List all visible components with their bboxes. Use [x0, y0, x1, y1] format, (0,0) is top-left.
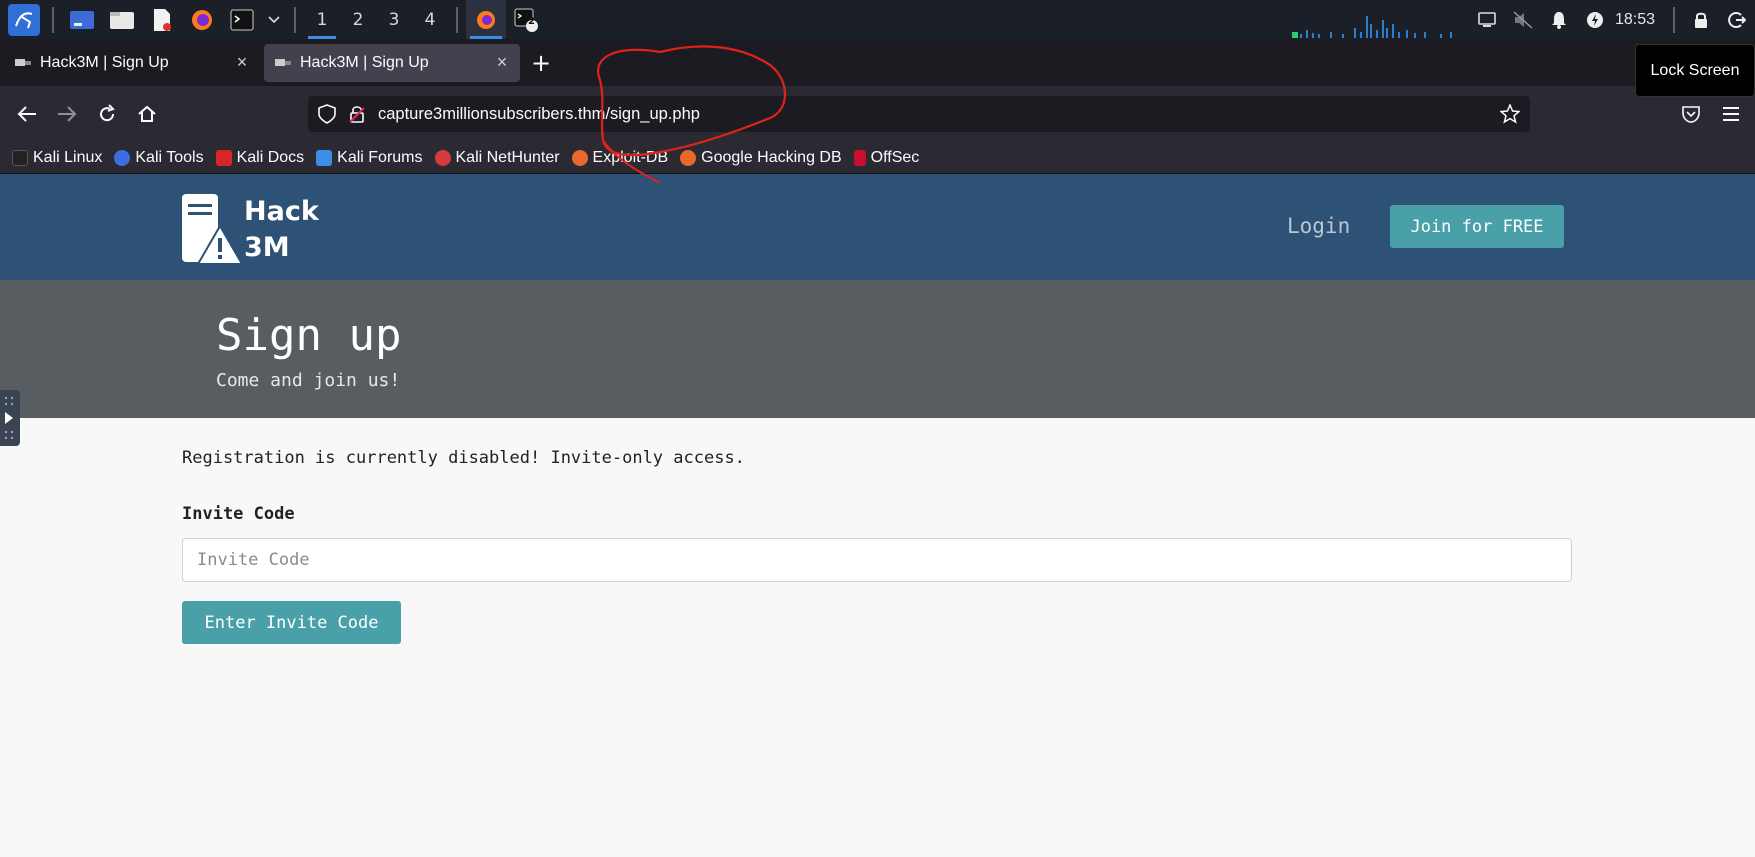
terminal-window-button[interactable]: 2	[506, 0, 546, 39]
logo-text-3m: 3M	[244, 232, 290, 263]
notifications-bell-icon[interactable]	[1541, 0, 1577, 39]
hamburger-menu-icon[interactable]	[1711, 94, 1751, 134]
taskbar-separator	[294, 6, 296, 33]
invite-code-label: Invite Code	[182, 504, 295, 524]
taskbar-clock: 18:53	[1614, 10, 1655, 28]
web-page: Hack 3M Login Join for FREE Sign up Come…	[0, 174, 1755, 857]
bookmark-kali-docs[interactable]: Kali Docs	[215, 149, 304, 167]
browser-tab-active[interactable]: Hack3M | Sign Up ×	[264, 43, 520, 82]
logout-icon[interactable]	[1719, 0, 1755, 39]
workspace-1[interactable]: 1	[304, 0, 340, 39]
taskbar-separator	[52, 6, 54, 33]
pocket-icon[interactable]	[1671, 94, 1711, 134]
login-link[interactable]: Login	[1287, 214, 1350, 238]
site-favicon-icon	[15, 58, 31, 66]
taskbar-separator	[1673, 6, 1675, 33]
back-arrow-icon[interactable]	[7, 94, 47, 134]
bookmark-kali-forums[interactable]: Kali Forums	[316, 149, 423, 167]
registration-notice: Registration is currently disabled! Invi…	[182, 448, 745, 468]
site-favicon-icon	[275, 58, 291, 66]
os-taskbar: 1 2 3 4 2 18:53	[0, 0, 1755, 39]
lock-screen-icon[interactable]	[1683, 0, 1719, 39]
nethunter-icon	[434, 149, 451, 166]
browser-tab[interactable]: Hack3M | Sign Up ×	[4, 44, 260, 82]
url-text[interactable]: capture3millionsubscribers.thm/sign_up.p…	[378, 105, 1500, 124]
browser-tab-strip: Hack3M | Sign Up × Hack3M | Sign Up × +	[0, 39, 1755, 86]
file-manager-icon[interactable]	[106, 4, 138, 36]
page-title: Sign up	[216, 310, 402, 361]
taskbar-separator	[456, 6, 458, 33]
page-subtitle: Come and join us!	[216, 370, 401, 391]
tab-close-icon[interactable]: ×	[494, 52, 510, 73]
offsec-icon	[853, 149, 866, 166]
bookmark-kali-nethunter[interactable]: Kali NetHunter	[434, 149, 560, 167]
firefox-launcher-icon[interactable]	[186, 4, 218, 36]
forward-arrow-icon[interactable]	[47, 94, 87, 134]
join-free-button[interactable]: Join for FREE	[1390, 205, 1564, 248]
text-editor-icon[interactable]	[146, 4, 178, 36]
site-logo[interactable]: Hack 3M	[182, 192, 332, 266]
bookmark-offsec[interactable]: OffSec	[853, 149, 919, 167]
network-activity-graph	[1292, 16, 1452, 38]
tracking-shield-icon[interactable]	[318, 104, 336, 124]
tab-title: Hack3M | Sign Up	[300, 53, 429, 71]
ghdb-icon	[680, 149, 697, 166]
workspace-3[interactable]: 3	[376, 0, 412, 39]
volume-muted-icon[interactable]	[1505, 0, 1541, 39]
kali-dragon-icon	[12, 149, 28, 166]
display-icon[interactable]	[1469, 0, 1505, 39]
insecure-lock-icon[interactable]	[348, 104, 366, 124]
side-panel-handle[interactable]	[0, 390, 20, 446]
bookmark-google-hacking-db[interactable]: Google Hacking DB	[680, 149, 842, 167]
kali-docs-icon	[215, 149, 232, 166]
page-hero: Sign up Come and join us!	[0, 280, 1755, 418]
exploit-db-icon	[571, 149, 588, 166]
logo-text-hack: Hack	[244, 196, 319, 227]
reload-icon[interactable]	[87, 94, 127, 134]
terminal-count-badge: 2	[528, 16, 535, 27]
bookmark-kali-linux[interactable]: Kali Linux	[12, 149, 102, 167]
kali-tools-icon	[114, 149, 131, 166]
lock-screen-tooltip: Lock Screen	[1635, 44, 1755, 97]
terminal-launcher-icon[interactable]	[226, 4, 258, 36]
panel-expand-arrow-icon	[4, 396, 14, 440]
workspace-2[interactable]: 2	[340, 0, 376, 39]
bookmark-kali-tools[interactable]: Kali Tools	[114, 149, 204, 167]
enter-invite-code-button[interactable]: Enter Invite Code	[182, 601, 401, 644]
kali-forums-icon	[316, 149, 333, 166]
tab-close-icon[interactable]: ×	[234, 52, 250, 73]
workspace-4[interactable]: 4	[412, 0, 448, 39]
bookmark-exploit-db[interactable]: Exploit-DB	[571, 149, 668, 167]
kali-menu-icon[interactable]	[8, 3, 40, 36]
invite-code-input[interactable]	[182, 538, 1572, 582]
tab-title: Hack3M | Sign Up	[40, 53, 169, 71]
home-icon[interactable]	[127, 94, 167, 134]
chevron-down-icon[interactable]	[266, 4, 282, 36]
bookmarks-toolbar: Kali Linux Kali Tools Kali Docs Kali For…	[0, 142, 1755, 174]
firefox-window-button[interactable]	[466, 0, 506, 39]
new-tab-plus-icon[interactable]: +	[524, 46, 558, 80]
show-desktop-icon[interactable]	[66, 4, 98, 36]
power-status-icon[interactable]	[1577, 0, 1613, 39]
bookmark-star-icon[interactable]	[1500, 104, 1520, 124]
address-bar[interactable]: capture3millionsubscribers.thm/sign_up.p…	[308, 96, 1530, 132]
site-navbar: Hack 3M Login Join for FREE	[0, 174, 1755, 280]
